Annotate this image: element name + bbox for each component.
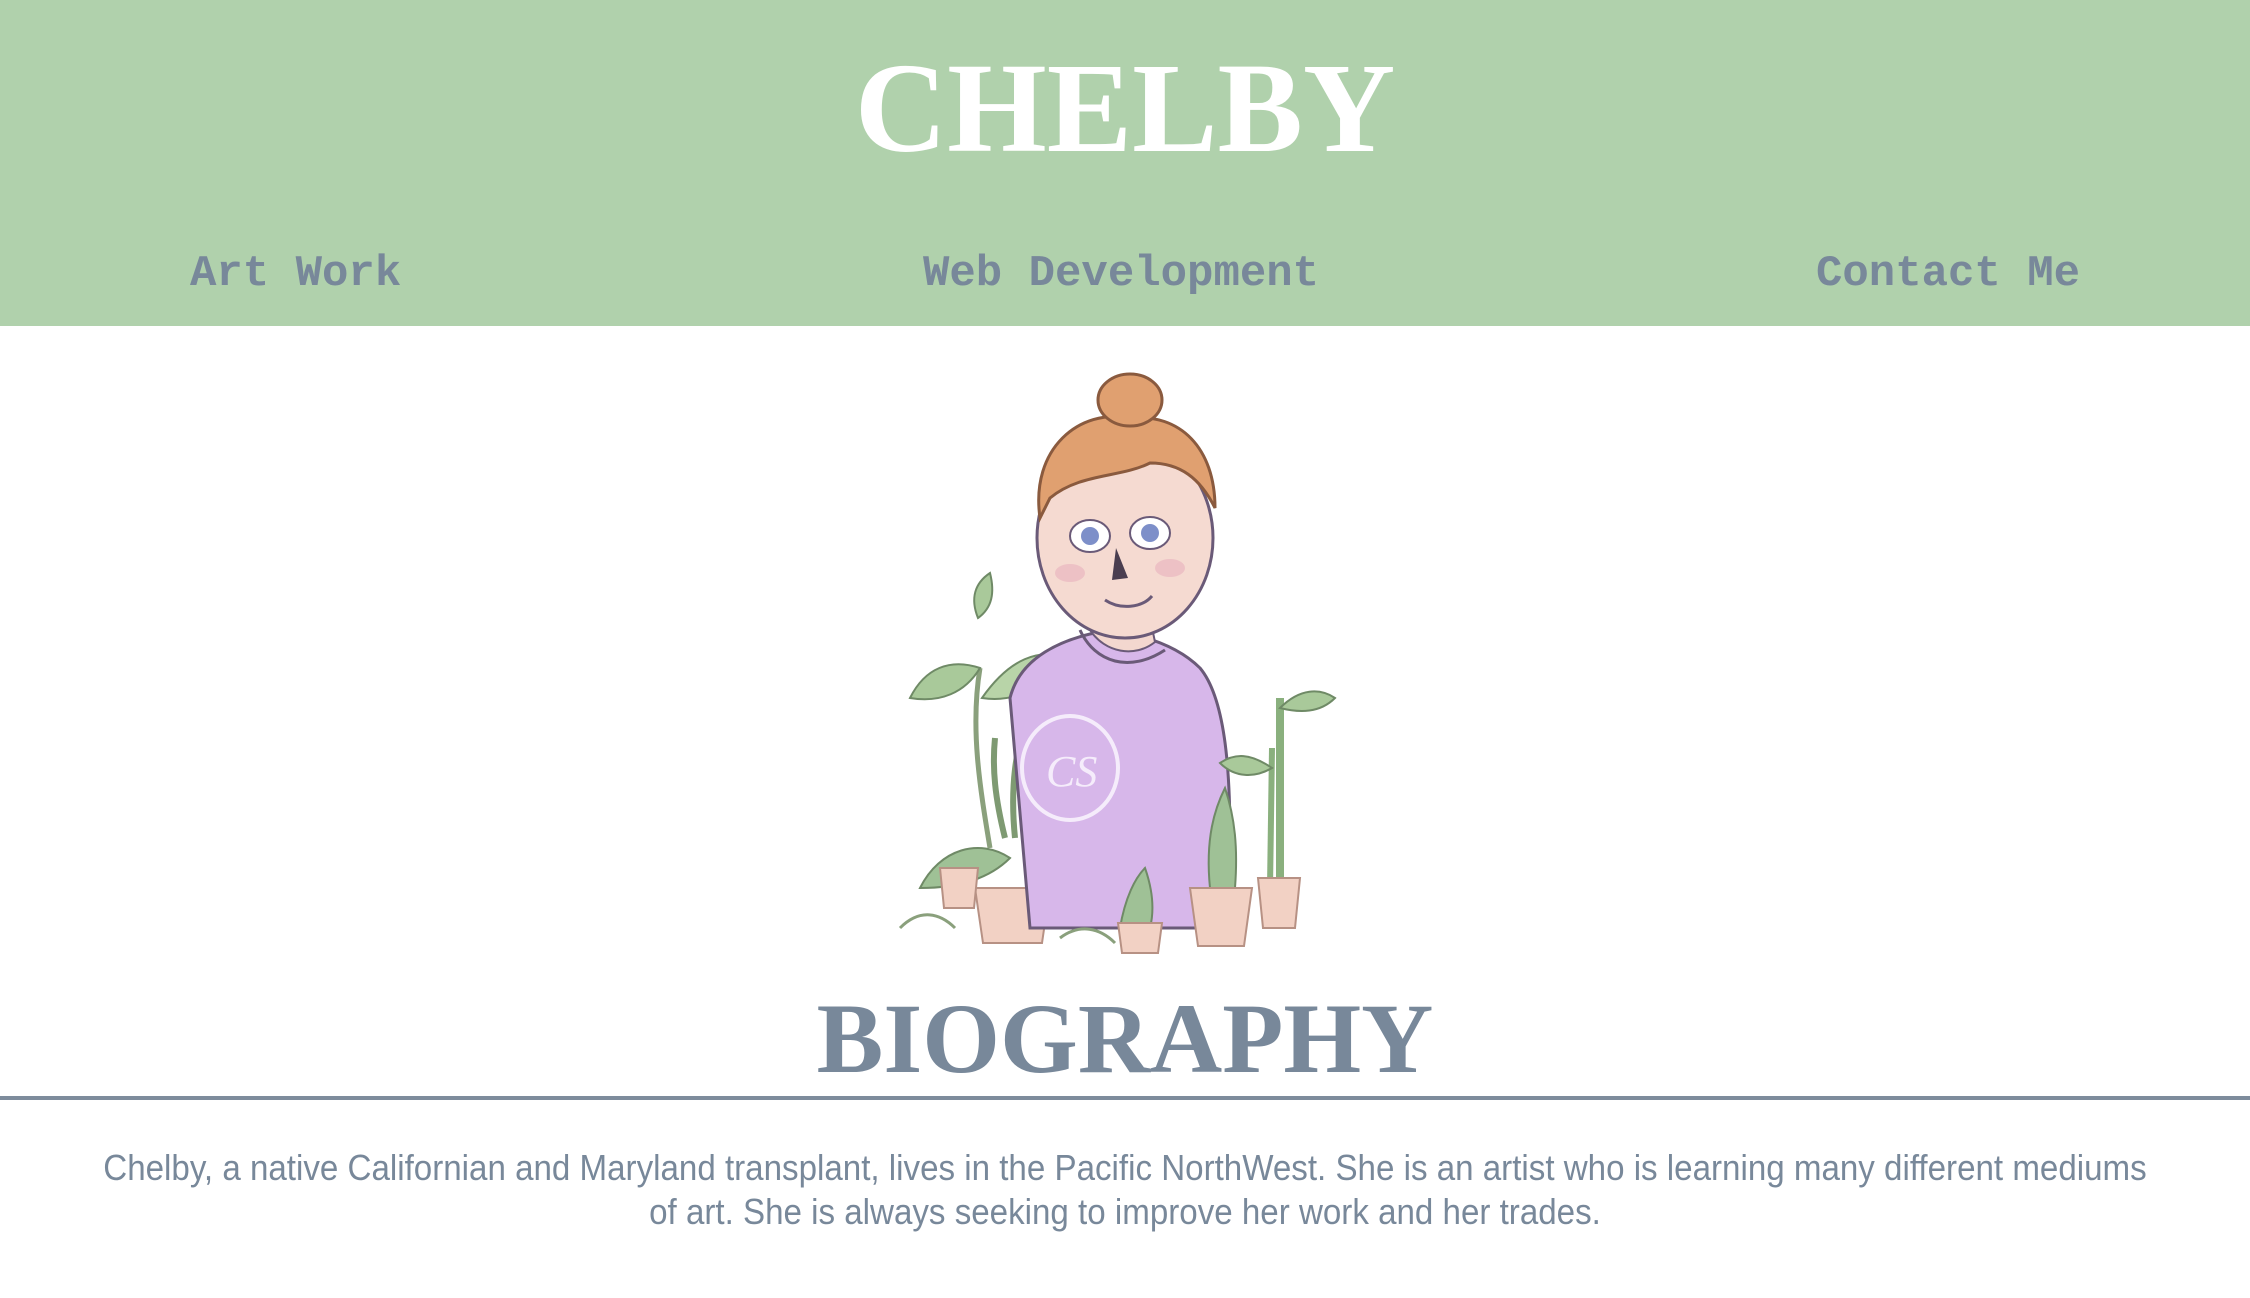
site-header: CHELBY Art Work Web Development Contact … [0, 0, 2250, 326]
site-title: CHELBY [854, 37, 1396, 179]
nav-link-art-work[interactable]: Art Work [190, 246, 401, 302]
head [1035, 372, 1217, 640]
nav-link-web-development[interactable]: Web Development [923, 246, 1319, 302]
biography-heading: BIOGRAPHY [816, 983, 1434, 1094]
svg-text:CS: CS [1046, 747, 1097, 796]
section-divider [0, 1096, 2250, 1100]
figure: CS [1008, 607, 1232, 930]
nav-link-contact-me[interactable]: Contact Me [1816, 246, 2080, 302]
biography-text: Chelby, a native Californian and Marylan… [103, 1147, 2147, 1232]
portrait-illustration: CS [898, 372, 1337, 954]
